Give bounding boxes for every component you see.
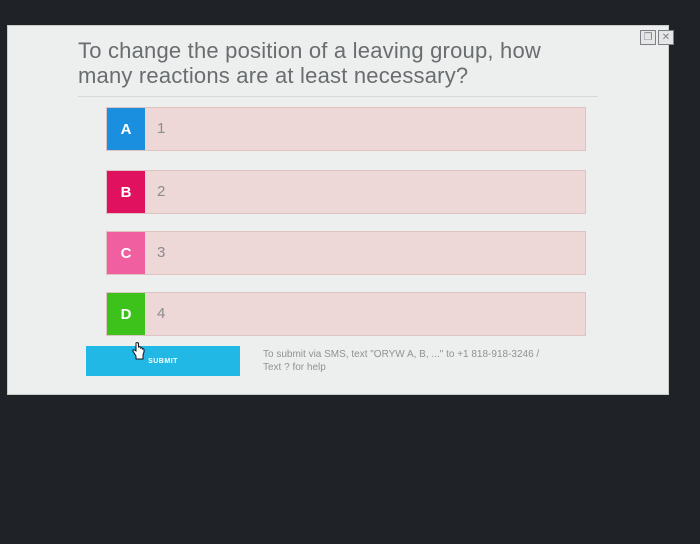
option-label: 1 xyxy=(157,120,166,137)
close-icon[interactable]: ✕ xyxy=(658,30,674,45)
divider xyxy=(78,96,598,97)
submit-button[interactable]: SUBMIT xyxy=(86,346,240,376)
poll-panel: To change the position of a leaving grou… xyxy=(8,26,668,394)
sms-line-2: Text ? for help xyxy=(263,362,326,373)
option-letter-badge: B xyxy=(107,171,145,213)
sms-line-1: To submit via SMS, text "ORYW A, B, ..."… xyxy=(263,349,540,360)
option-letter-badge: D xyxy=(107,293,145,335)
option-label: 4 xyxy=(157,305,166,322)
window-restore-icon[interactable]: ❐ xyxy=(640,30,656,45)
option-label: 3 xyxy=(157,244,166,261)
option-letter-badge: A xyxy=(107,108,145,150)
hand-pointer-icon xyxy=(132,342,145,360)
window-controls: ❐ ✕ xyxy=(640,30,674,45)
answer-option-b[interactable]: B 2 xyxy=(106,170,586,214)
answer-option-d[interactable]: D 4 xyxy=(106,292,586,336)
question-text: To change the position of a leaving grou… xyxy=(78,38,541,88)
option-letter-badge: C xyxy=(107,232,145,274)
sms-instructions: To submit via SMS, text "ORYW A, B, ..."… xyxy=(263,348,633,374)
answer-option-c[interactable]: C 3 xyxy=(106,231,586,275)
answer-option-a[interactable]: A 1 xyxy=(106,107,586,151)
option-label: 2 xyxy=(157,183,166,200)
